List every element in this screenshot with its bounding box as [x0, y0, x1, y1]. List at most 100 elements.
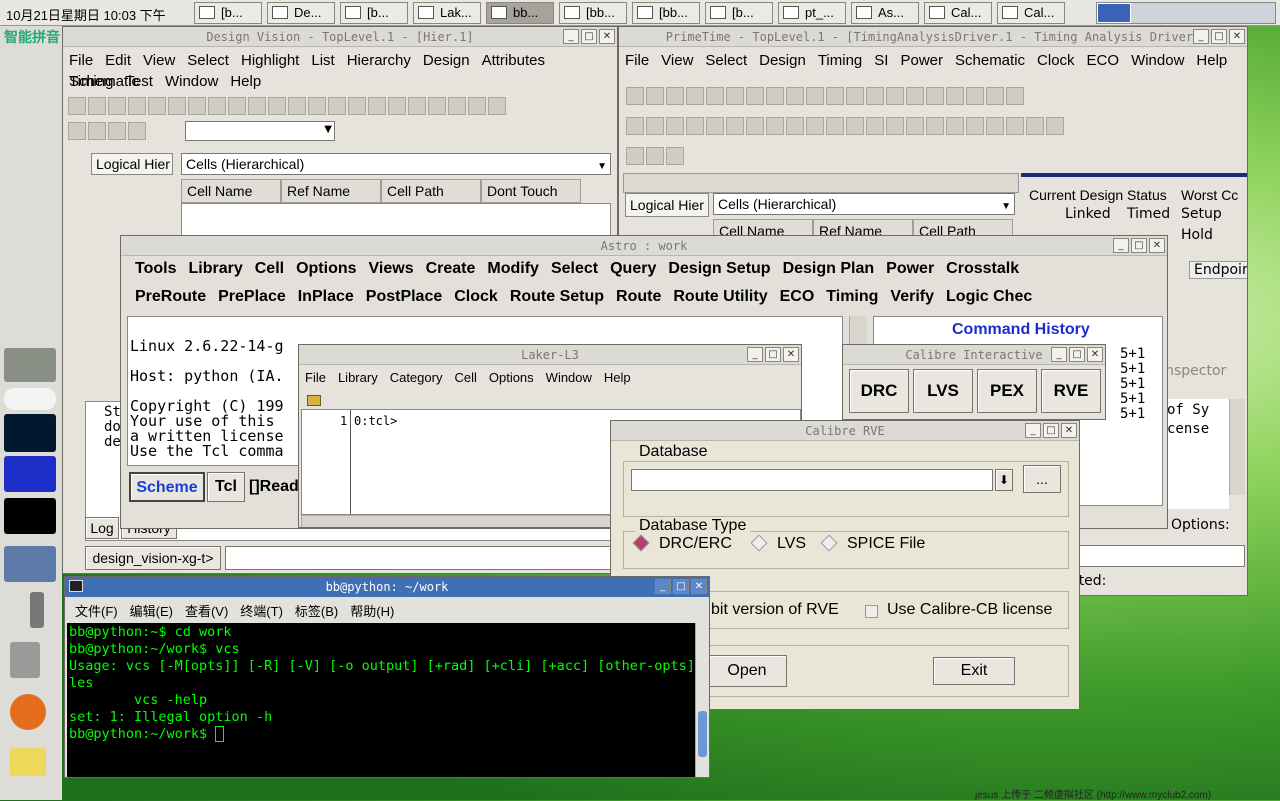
- menu-item[interactable]: Test: [119, 71, 159, 92]
- toolbar-button[interactable]: [1026, 117, 1044, 135]
- toolbar-button[interactable]: [986, 117, 1004, 135]
- toolbar-button[interactable]: [666, 117, 684, 135]
- menu-item[interactable]: Modify: [481, 258, 545, 279]
- menu-item[interactable]: View: [137, 50, 181, 71]
- menu-item[interactable]: Route Utility: [667, 286, 773, 307]
- toolbar-button[interactable]: [886, 87, 904, 105]
- toolbar-button[interactable]: [666, 87, 684, 105]
- trash-icon[interactable]: [10, 748, 46, 776]
- minimize-icon[interactable]: _: [655, 579, 671, 594]
- menu-item[interactable]: Window: [540, 367, 598, 388]
- toolbar-button[interactable]: [826, 87, 844, 105]
- 64bit-option[interactable]: bit version of RVE: [711, 601, 839, 619]
- minimize-icon[interactable]: _: [747, 347, 763, 362]
- open-button[interactable]: Open: [707, 655, 787, 687]
- menu-item[interactable]: Cell: [448, 367, 482, 388]
- drc-button[interactable]: DRC: [849, 369, 909, 413]
- toolbar-button[interactable]: [128, 97, 146, 115]
- toolbar-button[interactable]: [428, 97, 446, 115]
- menu-item[interactable]: Select: [699, 50, 753, 71]
- toolbar-button[interactable]: [268, 97, 286, 115]
- menu-item[interactable]: Route: [610, 286, 667, 307]
- toolbar-button[interactable]: [786, 87, 804, 105]
- close-icon[interactable]: ✕: [1087, 347, 1103, 362]
- rve-button[interactable]: RVE: [1041, 369, 1101, 413]
- menu-item[interactable]: Help: [598, 367, 637, 388]
- taskbar-item[interactable]: [b...: [705, 2, 773, 24]
- maximize-icon[interactable]: □: [765, 347, 781, 362]
- cells-select[interactable]: Cells (Hierarchical) ▼: [181, 153, 611, 175]
- menu-item[interactable]: Clock: [1031, 50, 1081, 71]
- workspace-1[interactable]: [1097, 3, 1131, 23]
- toolbar-button[interactable]: [68, 97, 86, 115]
- logical-hier-tab[interactable]: Logical Hier: [91, 153, 173, 175]
- menu-item[interactable]: SI: [868, 50, 894, 71]
- panel-clock[interactable]: 10月21日星期日 10:03 下午: [6, 5, 166, 24]
- toolbar-button[interactable]: [646, 117, 664, 135]
- home-folder-icon[interactable]: [4, 348, 56, 382]
- maximize-icon[interactable]: □: [1069, 347, 1085, 362]
- maximize-icon[interactable]: □: [1131, 238, 1147, 253]
- taskbar-item[interactable]: Cal...: [997, 2, 1065, 24]
- menu-item[interactable]: Cell: [249, 258, 290, 279]
- toolbar-button[interactable]: [726, 87, 744, 105]
- menu-item[interactable]: 帮助(H): [344, 601, 400, 622]
- taskbar-item[interactable]: [b...: [340, 2, 408, 24]
- menu-item[interactable]: InPlace: [292, 286, 360, 307]
- menu-item[interactable]: Select: [545, 258, 604, 279]
- menu-item[interactable]: Library: [332, 367, 384, 388]
- toolbar-button[interactable]: [806, 87, 824, 105]
- database-input[interactable]: [631, 469, 993, 491]
- toolbar-button[interactable]: [248, 97, 266, 115]
- dropdown-arrow-icon[interactable]: ⬇: [995, 469, 1013, 491]
- toolbar-button[interactable]: [128, 122, 146, 140]
- toolbar-button[interactable]: [686, 117, 704, 135]
- toolbar-button[interactable]: [1046, 117, 1064, 135]
- network-status-icon[interactable]: [4, 546, 56, 582]
- ubuntu-logo-icon[interactable]: [10, 694, 46, 730]
- open-folder-icon[interactable]: [307, 395, 321, 406]
- taskbar-item[interactable]: As...: [851, 2, 919, 24]
- menu-item[interactable]: Help: [224, 71, 267, 92]
- menu-item[interactable]: Window: [1125, 50, 1190, 71]
- pt-command-input[interactable]: [1069, 545, 1245, 567]
- menu-item[interactable]: Timing: [820, 286, 884, 307]
- close-icon[interactable]: ✕: [1229, 29, 1245, 44]
- menu-item[interactable]: List: [305, 50, 340, 71]
- minimize-icon[interactable]: _: [1113, 238, 1129, 253]
- menu-item[interactable]: ECO: [1081, 50, 1126, 71]
- volume-icon[interactable]: [10, 642, 40, 678]
- terminal-screen[interactable]: bb@python:~$ cd work bb@python:~/work$ vc…: [67, 623, 695, 777]
- console-scrollbar[interactable]: [1229, 399, 1245, 495]
- toolbar-button[interactable]: [686, 87, 704, 105]
- toolbar-button[interactable]: [188, 97, 206, 115]
- close-icon[interactable]: ✕: [783, 347, 799, 362]
- chevron-down-icon[interactable]: ▼: [324, 124, 332, 135]
- toolbar-button[interactable]: [148, 97, 166, 115]
- toolbar-button[interactable]: [308, 97, 326, 115]
- inspector-button[interactable]: Inspector: [1161, 363, 1226, 379]
- toolbar-button[interactable]: [168, 97, 186, 115]
- column-header[interactable]: Ref Name: [281, 179, 381, 203]
- toolbar-button[interactable]: [468, 97, 486, 115]
- menu-item[interactable]: File: [63, 50, 99, 71]
- toolbar-button[interactable]: [746, 87, 764, 105]
- ime-indicator[interactable]: 智能拼音: [4, 27, 60, 47]
- minimize-icon[interactable]: _: [1051, 347, 1067, 362]
- taskbar-item[interactable]: Cal...: [924, 2, 992, 24]
- toolbar-button[interactable]: [666, 147, 684, 165]
- close-icon[interactable]: ✕: [691, 579, 707, 594]
- menu-item[interactable]: 文件(F): [69, 601, 124, 622]
- toolbar-button[interactable]: [786, 117, 804, 135]
- chevron-down-icon[interactable]: ▼: [597, 157, 607, 177]
- menu-item[interactable]: Clock: [448, 286, 504, 307]
- toolbar-button[interactable]: [108, 122, 126, 140]
- menu-item[interactable]: Attributes: [476, 50, 551, 71]
- menu-item[interactable]: Timing: [812, 50, 868, 71]
- menu-item[interactable]: PreRoute: [129, 286, 212, 307]
- taskbar-item[interactable]: De...: [267, 2, 335, 24]
- scrollbar-thumb[interactable]: [698, 711, 707, 757]
- toolbar-button[interactable]: [68, 122, 86, 140]
- menu-item[interactable]: Create: [420, 258, 482, 279]
- menu-item[interactable]: Design Setup: [662, 258, 776, 279]
